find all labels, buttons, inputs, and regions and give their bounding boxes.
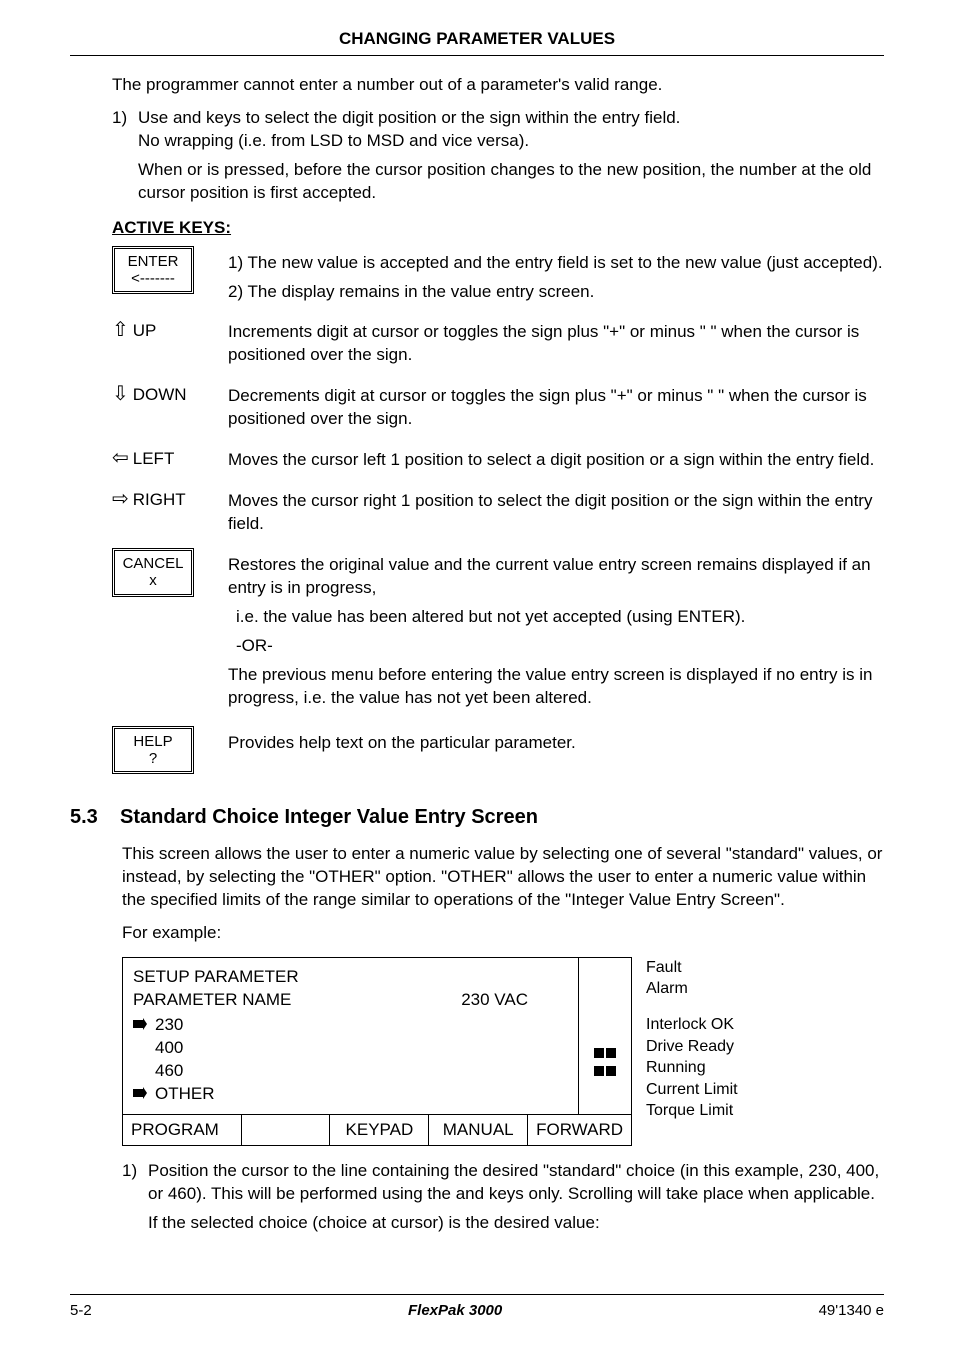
- left-desc: Moves the cursor left 1 position to sele…: [228, 449, 884, 472]
- help-button-label: HELP: [121, 733, 185, 750]
- lcd-status-cell: PROGRAM: [123, 1115, 242, 1146]
- step-1-line1: Use and keys to select the digit positio…: [138, 108, 680, 127]
- enter-button[interactable]: ENTER <-------: [112, 246, 194, 295]
- key-row-left: ⇦ LEFT Moves the cursor left 1 position …: [112, 443, 884, 478]
- step-1-line3: When or is pressed, before the cursor po…: [138, 159, 884, 205]
- footer-doc-id: 49'1340 e: [819, 1301, 884, 1321]
- lcd-option-3: OTHER: [155, 1083, 215, 1106]
- enter-button-label: ENTER: [121, 253, 185, 270]
- legend-item: Running: [646, 1057, 738, 1079]
- led-indicator: [594, 1048, 616, 1058]
- step-1-number: 1): [112, 107, 138, 153]
- legend-item: Alarm: [646, 978, 738, 1000]
- section-paragraph-2: For example:: [122, 922, 884, 945]
- down-label: DOWN: [133, 384, 187, 407]
- enter-desc-1-num: 1): [228, 253, 243, 272]
- lcd-status-cell: MANUAL: [429, 1115, 528, 1146]
- list-row: 460: [133, 1060, 568, 1083]
- enter-desc-2-txt: The display remains in the value entry s…: [248, 282, 595, 301]
- enter-desc-1: 1) The new value is accepted and the ent…: [228, 252, 884, 275]
- led-legend: Fault Alarm Interlock OK Drive Ready Run…: [646, 957, 738, 1122]
- left-label: LEFT: [133, 448, 175, 471]
- enter-desc-1-txt: The new value is accepted and the entry …: [248, 253, 883, 272]
- up-desc: Increments digit at cursor or toggles th…: [228, 321, 884, 367]
- page-footer: 5-2 FlexPak 3000 49'1340 e: [70, 1294, 884, 1321]
- after-step-1-number: 1): [122, 1160, 148, 1206]
- section-heading: 5.3 Standard Choice Integer Value Entry …: [70, 804, 884, 831]
- list-row: 230: [133, 1014, 568, 1037]
- step-1-text: Use and keys to select the digit positio…: [138, 107, 884, 153]
- section-paragraph-1: This screen allows the user to enter a n…: [122, 843, 884, 912]
- lcd-led-column: [579, 958, 631, 1114]
- after-step-1-text: Position the cursor to the line containi…: [148, 1160, 884, 1206]
- up-label: UP: [133, 320, 157, 343]
- lcd-status-cell: [242, 1115, 331, 1146]
- footer-title: FlexPak 3000: [408, 1301, 502, 1321]
- lcd-status-cell: FORWARD: [528, 1115, 631, 1146]
- example-wrap: SETUP PARAMETER PARAMETER NAME 230 VAC 2…: [122, 957, 884, 1147]
- lcd-line-1: SETUP PARAMETER: [133, 966, 568, 989]
- legend-item: Drive Ready: [646, 1036, 738, 1058]
- right-label: RIGHT: [133, 489, 186, 512]
- active-keys-heading: ACTIVE KEYS:: [112, 217, 884, 240]
- cancel-button-sub: x: [121, 572, 185, 589]
- help-button-sub: ?: [121, 750, 185, 767]
- footer-rule: [70, 1294, 884, 1295]
- key-row-up: ⇧ UP Increments digit at cursor or toggl…: [112, 315, 884, 373]
- legend-item: Fault: [646, 957, 738, 979]
- help-desc: Provides help text on the particular par…: [228, 732, 884, 755]
- right-desc: Moves the cursor right 1 position to sel…: [228, 490, 884, 536]
- down-desc: Decrements digit at cursor or toggles th…: [228, 385, 884, 431]
- pointer-icon: [133, 1083, 155, 1106]
- key-row-enter: ENTER <------- 1) The new value is accep…: [112, 246, 884, 310]
- pointer-icon: [133, 1014, 155, 1037]
- led-indicator: [594, 1066, 616, 1076]
- key-row-down: ⇩ DOWN Decrements digit at cursor or tog…: [112, 379, 884, 437]
- enter-button-sub: <-------: [121, 270, 185, 287]
- footer-page-number: 5-2: [70, 1301, 92, 1321]
- cancel-button-label: CANCEL: [121, 555, 185, 572]
- after-step-1-line2: If the selected choice (choice at cursor…: [148, 1212, 884, 1235]
- intro-text: The programmer cannot enter a number out…: [112, 74, 884, 97]
- lcd-option-0: 230: [155, 1014, 183, 1037]
- lcd-option-1: 400: [155, 1037, 183, 1060]
- cancel-desc-2: i.e. the value has been altered but not …: [236, 606, 884, 629]
- key-row-help: HELP ? Provides help text on the particu…: [112, 726, 884, 775]
- lcd-param-name: PARAMETER NAME: [133, 989, 291, 1012]
- enter-desc-2: 2) The display remains in the value entr…: [228, 281, 884, 304]
- cancel-desc-3: -OR-: [236, 635, 884, 658]
- cancel-desc-1: Restores the original value and the curr…: [228, 554, 884, 600]
- section-title: Standard Choice Integer Value Entry Scre…: [120, 804, 884, 831]
- list-row: 400: [133, 1037, 568, 1060]
- lcd-status-cell: KEYPAD: [330, 1115, 429, 1146]
- step-1: 1) Use and keys to select the digit posi…: [112, 107, 884, 153]
- page-header-title: CHANGING PARAMETER VALUES: [70, 28, 884, 51]
- up-arrow-icon: ⇧: [112, 317, 129, 344]
- after-step-1: 1) Position the cursor to the line conta…: [122, 1160, 884, 1206]
- step-1-line2: No wrapping (i.e. from LSD to MSD and vi…: [138, 131, 529, 150]
- lcd-option-2: 460: [155, 1060, 183, 1083]
- enter-desc-2-num: 2): [228, 282, 243, 301]
- lcd-status-bar: PROGRAM KEYPAD MANUAL FORWARD: [123, 1114, 631, 1146]
- cancel-desc-4: The previous menu before entering the va…: [228, 664, 884, 710]
- legend-item: Current Limit: [646, 1079, 738, 1101]
- down-arrow-icon: ⇩: [112, 381, 129, 408]
- key-row-right: ⇨ RIGHT Moves the cursor right 1 positio…: [112, 484, 884, 542]
- help-button[interactable]: HELP ?: [112, 726, 194, 775]
- header-rule: [70, 55, 884, 56]
- right-arrow-icon: ⇨: [112, 486, 129, 513]
- legend-item: Torque Limit: [646, 1100, 738, 1122]
- lcd-display: SETUP PARAMETER PARAMETER NAME 230 VAC 2…: [122, 957, 632, 1147]
- list-row: OTHER: [133, 1083, 568, 1106]
- lcd-param-value: 230 VAC: [461, 989, 528, 1012]
- cancel-button[interactable]: CANCEL x: [112, 548, 194, 597]
- left-arrow-icon: ⇦: [112, 445, 129, 472]
- key-row-cancel: CANCEL x Restores the original value and…: [112, 548, 884, 716]
- legend-item: Interlock OK: [646, 1014, 738, 1036]
- section-number: 5.3: [70, 804, 120, 831]
